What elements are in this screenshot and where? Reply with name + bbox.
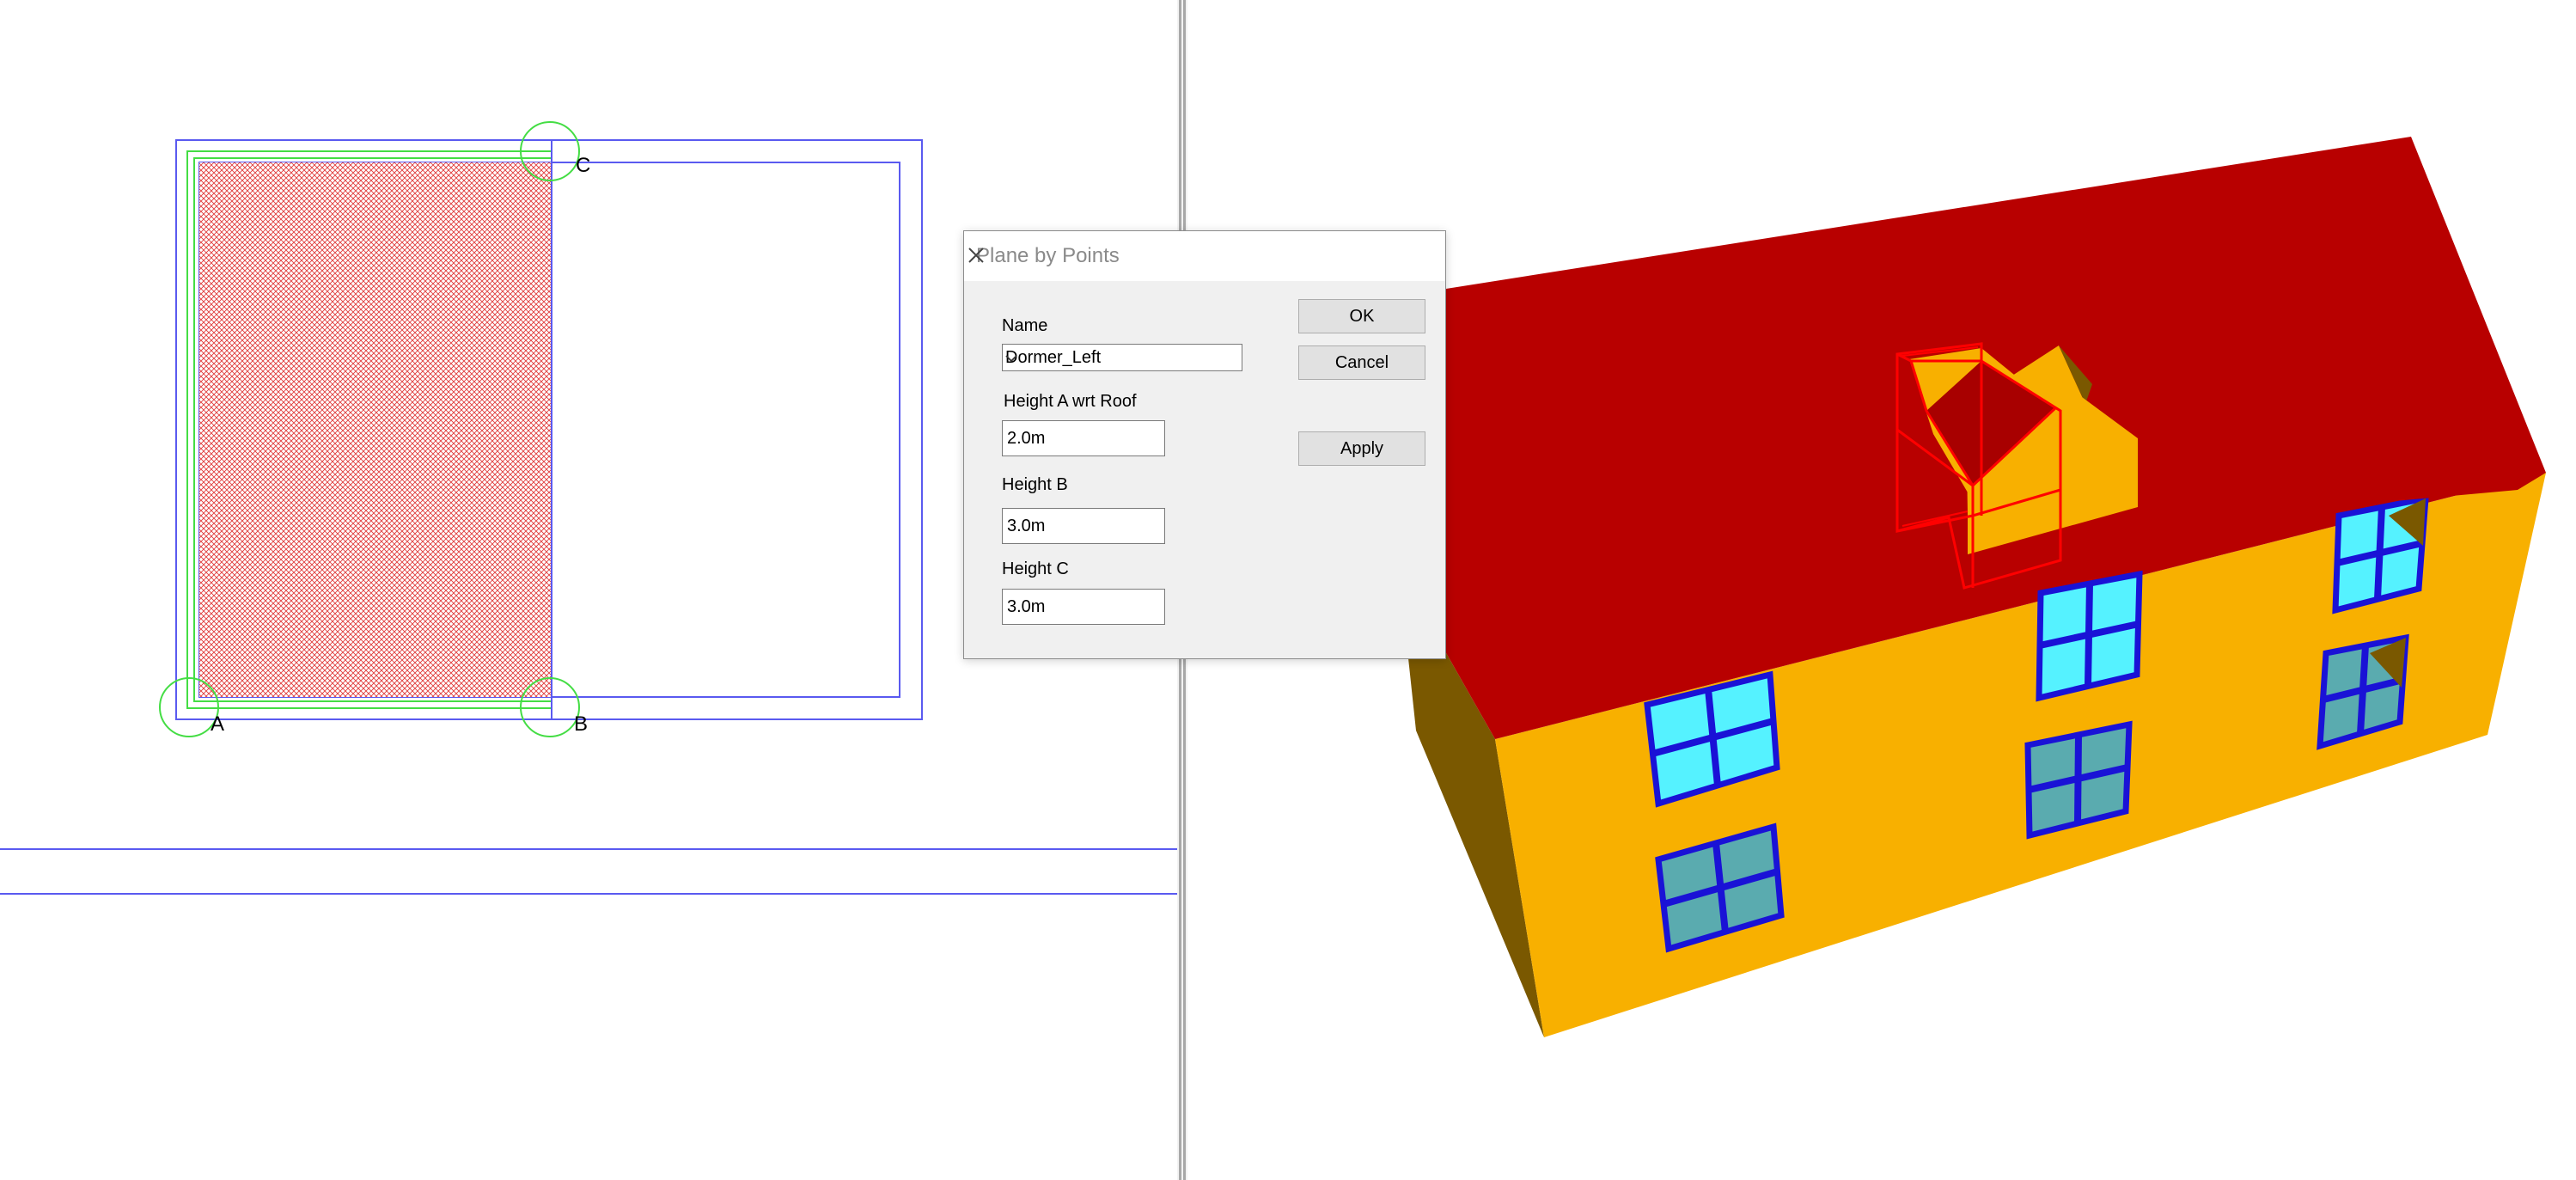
point-b-label: B xyxy=(574,712,588,736)
name-label: Name xyxy=(1002,316,1048,335)
close-icon[interactable] xyxy=(964,243,988,267)
window-first-middle xyxy=(2036,570,2143,702)
dialog-titlebar[interactable]: Plane by Points xyxy=(964,231,1445,281)
dormer-plane-hatch[interactable] xyxy=(199,162,552,697)
height-a-input[interactable] xyxy=(1002,420,1165,456)
chevron-down-icon[interactable] xyxy=(1003,350,1020,367)
height-a-label: Height A wrt Roof xyxy=(1004,392,1137,411)
apply-button[interactable]: Apply xyxy=(1298,431,1425,466)
height-c-input[interactable] xyxy=(1002,589,1165,625)
ok-button[interactable]: OK xyxy=(1298,299,1425,333)
name-combobox[interactable]: Dormer_Left xyxy=(1002,344,1242,371)
point-c-label: C xyxy=(576,154,590,177)
window-first-right xyxy=(2332,494,2429,614)
height-b-input[interactable] xyxy=(1002,508,1165,544)
height-b-label: Height B xyxy=(1002,475,1068,494)
height-c-label: Height C xyxy=(1002,559,1069,578)
cancel-button[interactable]: Cancel xyxy=(1298,345,1425,380)
dialog-title: Plane by Points xyxy=(976,244,1120,267)
point-a-label: A xyxy=(211,712,224,736)
plane-by-points-dialog[interactable]: Plane by Points Name Dormer_Left Height … xyxy=(963,230,1446,659)
